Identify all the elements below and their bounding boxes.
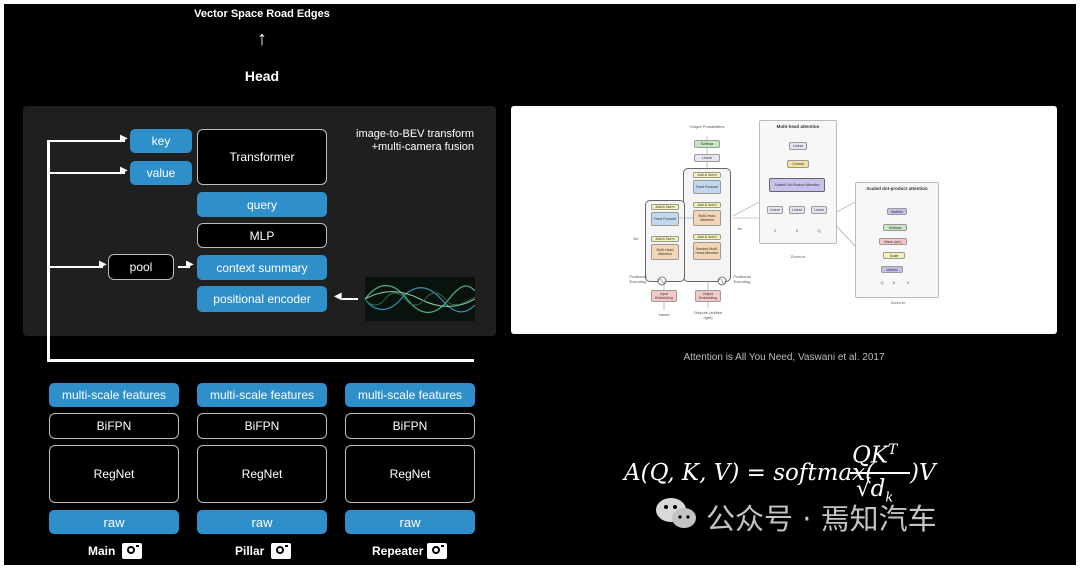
mlp-box: MLP — [197, 223, 327, 248]
camera-label: Repeater — [372, 544, 424, 558]
bifpn-box: BiFPN — [345, 413, 475, 439]
key-arrow-head-icon: ▶ — [120, 133, 128, 144]
formula-lhs: A(Q, K, V) = softmax( — [624, 460, 875, 486]
multi-scale-features-box: multi-scale features — [49, 383, 179, 407]
positional-encoder-box: positional encoder — [197, 286, 327, 312]
sdpa-zoom-label: Zoom-in — [890, 300, 906, 305]
regnet-box: RegNet — [345, 445, 475, 503]
transformer-paper-figure: Output Probabilities Softmax Linear Add … — [511, 106, 1057, 334]
fusion-caption: image-to-BEV transform +multi-camera fus… — [334, 128, 474, 154]
multi-scale-features-box: multi-scale features — [345, 383, 475, 407]
watermark-label: 公众号 · 焉知汽车 — [706, 502, 937, 536]
head-label: Head — [244, 68, 280, 84]
sdpa-v-label: V — [906, 280, 910, 285]
regnet-box: RegNet — [49, 445, 179, 503]
mh-linear-v: Linear — [767, 206, 783, 214]
citation: Attention is All You Need, Vaswani et al… — [683, 352, 885, 363]
regnet-box: RegNet — [197, 445, 327, 503]
encoder-arrow-line — [342, 298, 358, 300]
formula-superscript: T — [888, 442, 898, 458]
mh-linear-top: Linear — [789, 142, 807, 150]
mh-linear-k: Linear — [789, 206, 805, 214]
raw-box: raw — [197, 510, 327, 534]
camera-icon — [122, 543, 142, 559]
bifpn-box: BiFPN — [49, 413, 179, 439]
value-arrow-line — [47, 172, 125, 174]
positional-wave-icon — [365, 277, 475, 321]
mh-concat: Concat — [787, 160, 809, 168]
pool-arrow-line — [47, 266, 103, 268]
sdpa-matmul-top: MatMul — [887, 208, 907, 215]
wechat-icon — [656, 498, 696, 528]
camera-label: Main — [88, 544, 116, 558]
encoder-arrow-head-icon: ◀ — [334, 291, 342, 302]
output-label: Vector Space Road Edges — [194, 8, 330, 20]
watermark: 公众号 · 焉知汽车 — [648, 494, 1048, 536]
formula-numerator-text: QK — [852, 442, 889, 469]
value-arrow-head-icon: ▶ — [120, 165, 128, 176]
mh-q-label: Q — [817, 228, 821, 233]
sdpa-softmax: Softmax — [883, 224, 907, 231]
multi-scale-features-box: multi-scale features — [197, 383, 327, 407]
sdpa-q-label: Q — [880, 280, 884, 285]
pool-arrow-head-icon: ▶ — [99, 259, 107, 270]
main-feedback-vertical — [47, 141, 50, 362]
formula-fraction-bar — [850, 472, 910, 474]
formula-rhs: )V — [910, 460, 936, 486]
up-arrow-icon: ↑ — [257, 28, 267, 50]
camera-label: Pillar — [235, 544, 265, 558]
mh-k-label: K — [795, 228, 799, 233]
sdpa-k-label: K — [892, 280, 896, 285]
mh-scaled-dot: Scaled Dot-Product Attention — [769, 178, 825, 192]
multihead-title: Multi-head attention — [776, 124, 820, 129]
raw-box: raw — [49, 510, 179, 534]
mh-v-label: V — [773, 228, 777, 233]
pool-box: pool — [108, 254, 174, 280]
context-arrow-head-icon: ▶ — [186, 259, 194, 270]
value-box: value — [130, 161, 192, 185]
sdpa-mask: Mask (opt.) — [879, 238, 907, 245]
context-summary-box: context summary — [197, 255, 327, 280]
transformer-box: Transformer — [197, 129, 327, 185]
camera-icon — [427, 543, 447, 559]
fusion-caption-line2: +multi-camera fusion — [371, 141, 474, 153]
raw-box: raw — [345, 510, 475, 534]
mh-linear-q: Linear — [811, 206, 827, 214]
camera-icon — [271, 543, 291, 559]
main-feedback-horizontal — [47, 359, 474, 362]
slide: Vector Space Road Edges ↑ Head image-to-… — [4, 4, 1076, 565]
key-box: key — [130, 129, 192, 153]
sdpa-title: Scaled dot-product attention — [866, 186, 928, 191]
formula-numerator: QKT — [852, 442, 897, 469]
bifpn-box: BiFPN — [197, 413, 327, 439]
sdpa-scale: Scale — [883, 252, 905, 259]
key-arrow-line — [47, 140, 125, 142]
fusion-caption-line1: image-to-BEV transform — [356, 128, 474, 140]
sdpa-matmul-bottom: MatMul — [881, 266, 903, 273]
query-box: query — [197, 192, 327, 217]
mh-zoom-label: Zoom-in — [790, 254, 806, 259]
